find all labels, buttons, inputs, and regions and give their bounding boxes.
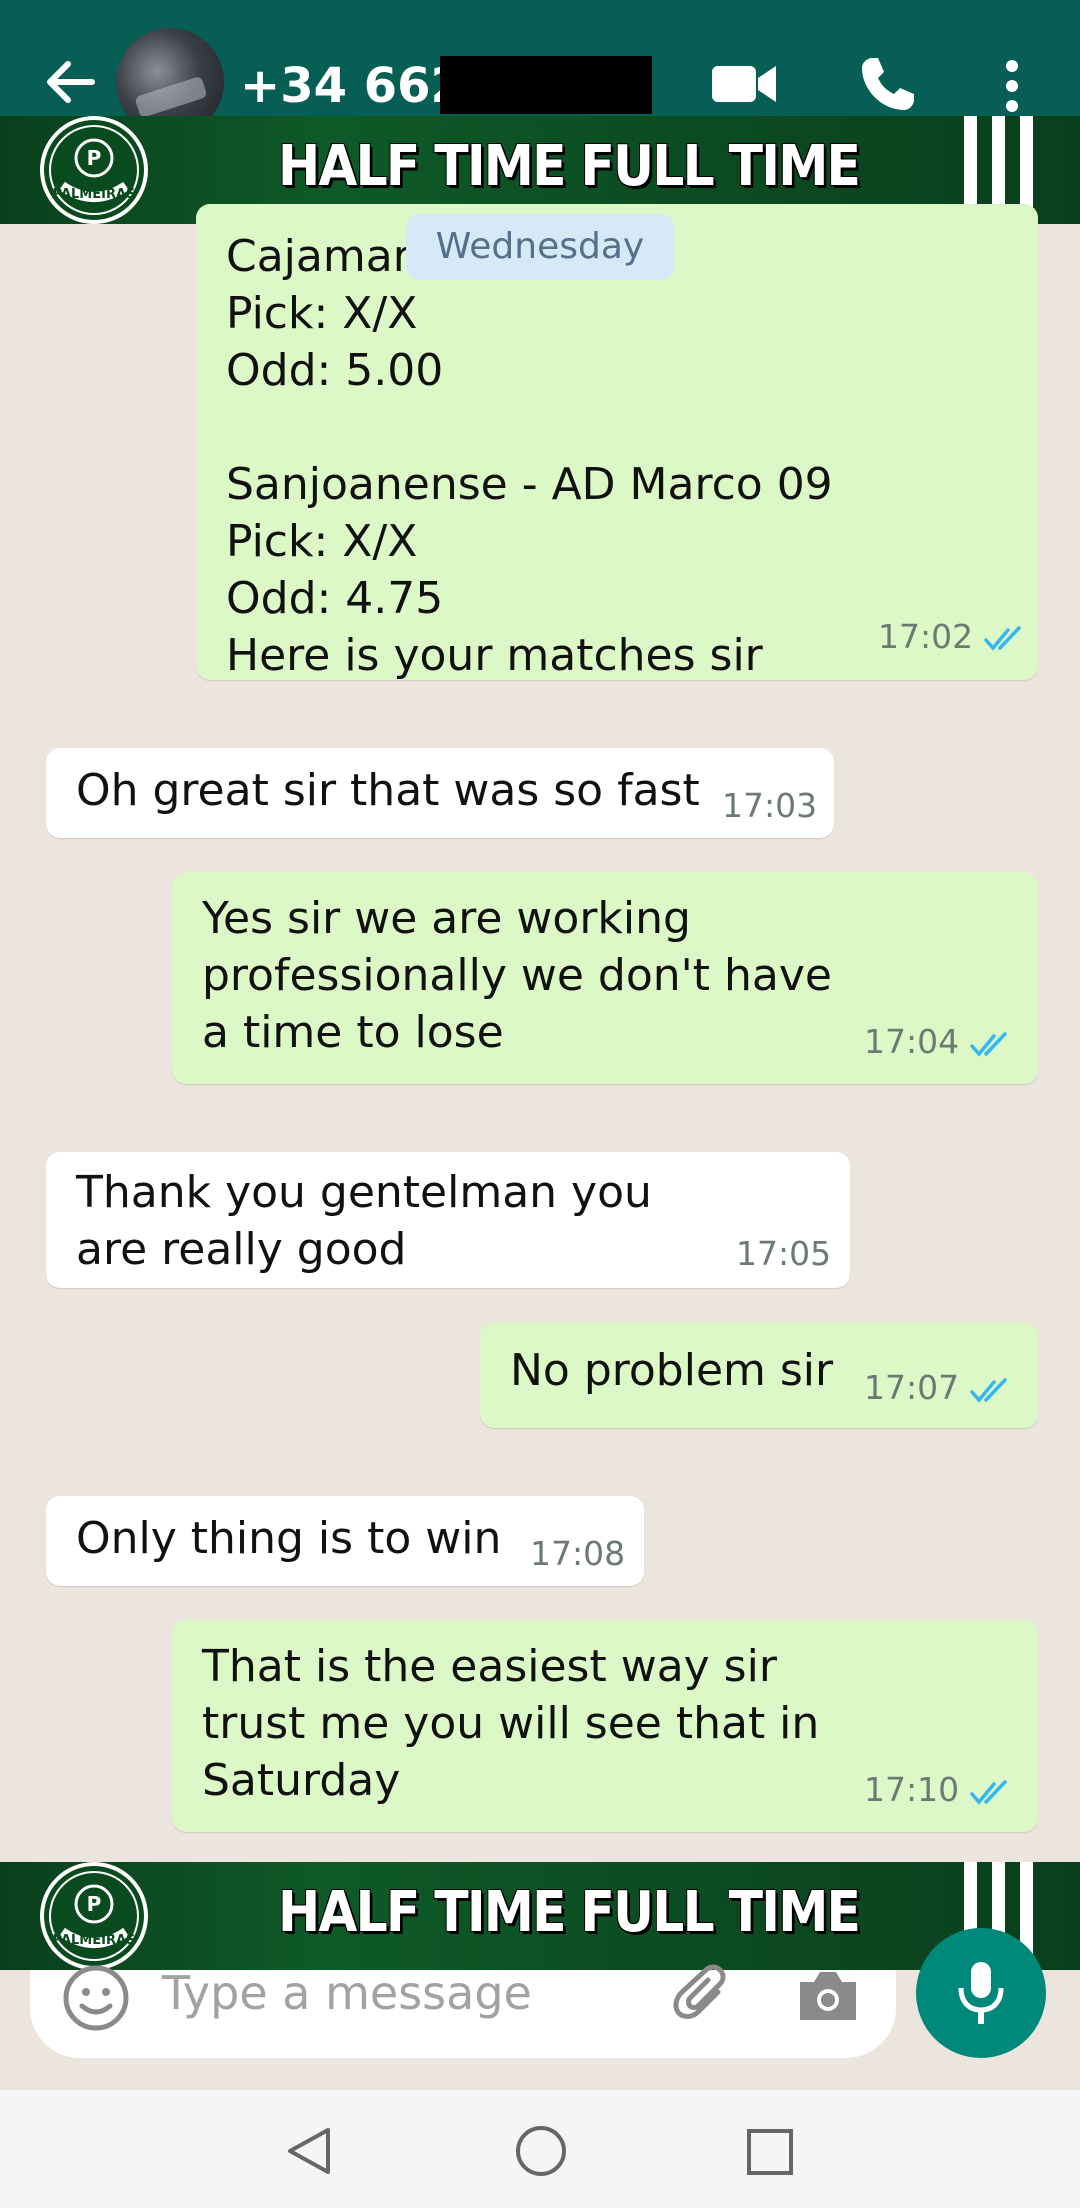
message-time: 17:03 [722, 786, 818, 825]
message-text: Cajamar blo II Pick: X/X Odd: 5.00 Sanjo… [226, 231, 833, 681]
message-time: 17:02 [878, 617, 974, 656]
nav-recent-apps-icon[interactable] [746, 2128, 794, 2180]
message-time: 17:05 [736, 1234, 832, 1273]
logo-text: PALMEIRAS [53, 187, 136, 202]
read-receipt-icon [970, 1378, 1007, 1403]
outgoing-message-bubble[interactable]: No problem sir 17:07 [480, 1322, 1038, 1428]
video-call-icon[interactable] [710, 58, 780, 114]
read-receipt-icon [984, 626, 1021, 651]
attachment-icon[interactable] [668, 1962, 738, 2036]
microphone-icon [958, 1962, 1004, 2024]
redacted-phone-number [440, 56, 652, 114]
message-time: 17:07 [864, 1368, 960, 1407]
palmeiras-logo: P PALMEIRAS [36, 116, 152, 232]
banner-title: HALF TIME FULL TIME [278, 1880, 861, 1945]
read-receipt-icon [970, 1032, 1007, 1057]
watermark-banner-bottom: P PALMEIRAS HALF TIME FULL TIME [0, 1862, 1080, 1970]
nav-home-icon[interactable] [514, 2124, 568, 2182]
message-text: Yes sir we are working professionally we… [202, 893, 832, 1058]
logo-text: PALMEIRAS [53, 1933, 136, 1948]
message-time: 17:04 [864, 1022, 960, 1061]
phone-call-icon[interactable] [858, 54, 918, 118]
emoji-icon[interactable] [60, 1962, 132, 2038]
back-arrow-icon[interactable] [40, 52, 110, 122]
outgoing-message-bubble[interactable]: That is the easiest way sir trust me you… [172, 1620, 1038, 1832]
banner-title: HALF TIME FULL TIME [278, 134, 861, 199]
message-text: That is the easiest way sir trust me you… [202, 1641, 820, 1806]
read-receipt-icon [970, 1780, 1007, 1805]
more-options-icon[interactable] [1000, 58, 1024, 118]
voice-message-button[interactable] [916, 1928, 1046, 2058]
outgoing-message-bubble[interactable]: Yes sir we are working professionally we… [172, 872, 1038, 1084]
incoming-message-bubble[interactable]: Only thing is to win 17:08 [46, 1496, 644, 1586]
camera-icon[interactable] [796, 1964, 860, 2028]
incoming-message-bubble[interactable]: Oh great sir that was so fast 17:03 [46, 748, 834, 838]
message-time: 17:10 [864, 1770, 960, 1809]
message-text: Oh great sir that was so fast [76, 765, 700, 816]
message-input-placeholder[interactable]: Type a message [162, 1966, 532, 2020]
message-time: 17:08 [530, 1534, 626, 1573]
svg-text:P: P [87, 146, 102, 170]
svg-text:P: P [87, 1892, 102, 1916]
nav-back-icon[interactable] [282, 2124, 336, 2182]
contact-name[interactable]: +34 662 [240, 58, 464, 114]
message-text: Thank you gentelman you are really good [76, 1167, 652, 1275]
message-text: No problem sir [510, 1345, 834, 1396]
message-text: Only thing is to win [76, 1513, 502, 1564]
incoming-message-bubble[interactable]: Thank you gentelman you are really good … [46, 1152, 850, 1288]
chat-area[interactable]: Cajamar blo II Pick: X/X Odd: 5.00 Sanjo… [0, 204, 1080, 2094]
chat-header: +34 662 [0, 0, 1080, 136]
palmeiras-logo: P PALMEIRAS [36, 1862, 152, 1978]
date-separator-chip: Wednesday [406, 214, 674, 280]
